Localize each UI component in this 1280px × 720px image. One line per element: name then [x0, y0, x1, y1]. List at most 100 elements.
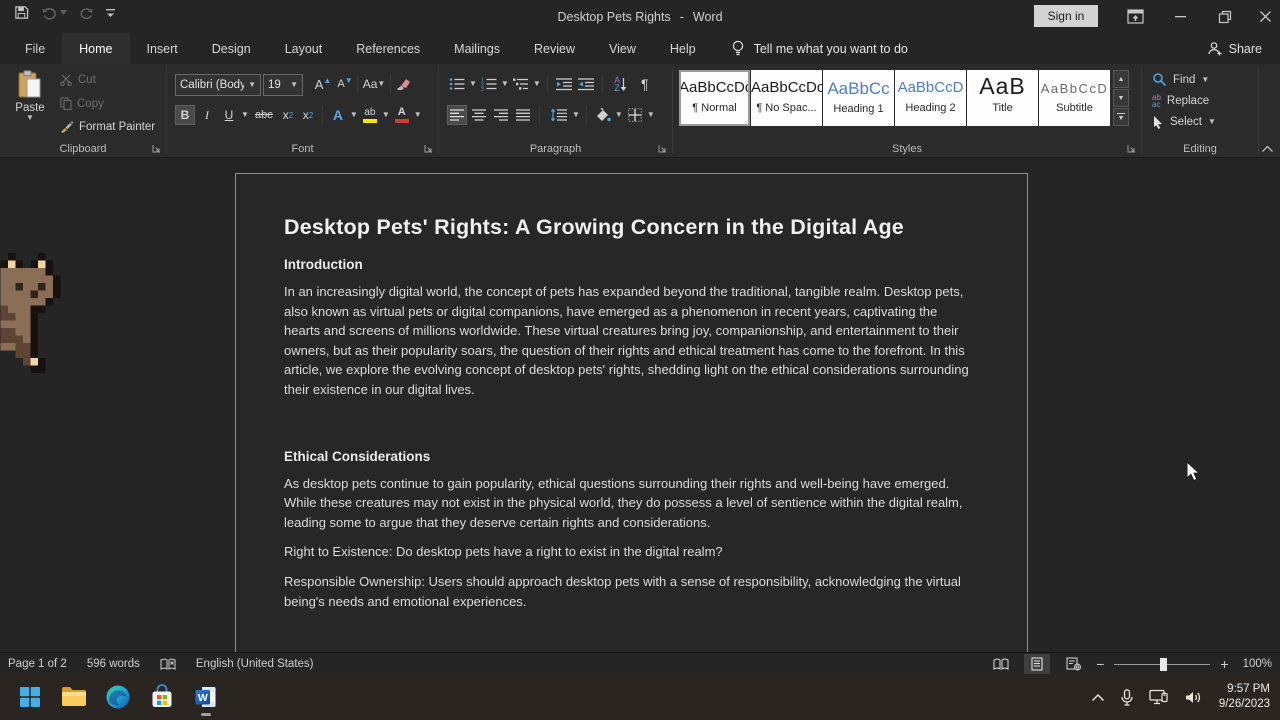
document-page[interactable]: Desktop Pets' Rights: A Growing Concern …	[235, 173, 1028, 653]
copy-button[interactable]: Copy	[60, 97, 104, 110]
edge-browser-icon[interactable]	[104, 683, 132, 711]
sign-in-button[interactable]: Sign in	[1034, 5, 1098, 27]
tab-view[interactable]: View	[592, 33, 653, 64]
numbering-dropdown-icon[interactable]: ▼	[501, 80, 509, 88]
justify-button[interactable]	[513, 105, 533, 125]
underline-button[interactable]: U	[219, 105, 239, 125]
file-explorer-icon[interactable]	[60, 683, 88, 711]
style-heading-1[interactable]: AaBbCc Heading 1	[823, 70, 894, 126]
style-heading-2[interactable]: AaBbCcD Heading 2	[895, 70, 966, 126]
volume-icon[interactable]	[1185, 690, 1202, 705]
shading-dropdown-icon[interactable]: ▼	[615, 111, 623, 119]
style-normal[interactable]: AaBbCcDc ¶ Normal	[679, 70, 750, 126]
font-color-dropdown-icon[interactable]: ▼	[414, 111, 422, 119]
underline-dropdown-icon[interactable]: ▼	[241, 111, 249, 119]
styles-more-icon[interactable]: ▼	[1113, 108, 1129, 126]
word-count[interactable]: 596 words	[87, 658, 140, 670]
italic-button[interactable]: I	[197, 105, 217, 125]
bullets-dropdown-icon[interactable]: ▼	[469, 80, 477, 88]
text-effects-dropdown-icon[interactable]: ▼	[350, 111, 358, 119]
tab-review[interactable]: Review	[517, 33, 592, 64]
replace-button[interactable]: abac Replace	[1152, 94, 1216, 108]
align-left-button[interactable]	[447, 105, 467, 125]
page-indicator[interactable]: Page 1 of 2	[8, 658, 67, 670]
zoom-in-icon[interactable]: +	[1220, 656, 1228, 672]
style-title[interactable]: AaB Title	[967, 70, 1038, 126]
sort-icon[interactable]: AZ	[609, 74, 633, 94]
shading-icon[interactable]	[593, 105, 613, 125]
line-spacing-dropdown-icon[interactable]: ▼	[572, 111, 580, 119]
start-button[interactable]	[16, 683, 44, 711]
align-center-button[interactable]	[469, 105, 489, 125]
highlight-dropdown-icon[interactable]: ▼	[382, 111, 390, 119]
tab-insert[interactable]: Insert	[130, 33, 195, 64]
zoom-slider[interactable]	[1114, 654, 1210, 674]
decrease-indent-icon[interactable]	[554, 74, 574, 94]
shrink-font-button[interactable]: A▼	[335, 74, 355, 94]
font-size-combobox[interactable]: 19 ▼	[263, 74, 303, 96]
strikethrough-button[interactable]: abc	[251, 105, 277, 125]
align-right-button[interactable]	[491, 105, 511, 125]
font-color-button[interactable]: A	[392, 105, 412, 125]
microphone-icon[interactable]	[1121, 689, 1133, 706]
paragraph-dialog-launcher-icon[interactable]	[658, 144, 667, 153]
clear-formatting-button[interactable]	[393, 74, 413, 94]
tab-home[interactable]: Home	[62, 33, 129, 64]
line-spacing-icon[interactable]	[546, 105, 570, 125]
tray-chevron-icon[interactable]	[1091, 693, 1105, 702]
network-icon[interactable]	[1149, 689, 1169, 706]
web-layout-icon[interactable]	[1060, 654, 1086, 674]
close-button[interactable]	[1250, 0, 1280, 33]
styles-scroll-down-icon[interactable]: ▼	[1113, 89, 1129, 107]
change-case-button[interactable]: Aa▼	[360, 74, 388, 94]
zoom-slider-handle[interactable]	[1160, 658, 1167, 671]
format-painter-button[interactable]: Format Painter	[60, 120, 155, 133]
tab-design[interactable]: Design	[195, 33, 268, 64]
numbering-icon[interactable]: 123	[479, 74, 499, 94]
tray-clock[interactable]: 9:57 PM 9/26/2023	[1219, 674, 1270, 720]
share-button[interactable]: Share	[1207, 33, 1262, 64]
bold-button[interactable]: B	[175, 105, 195, 125]
font-name-combobox[interactable]: Calibri (Body ▼	[175, 74, 261, 96]
borders-dropdown-icon[interactable]: ▼	[647, 111, 655, 119]
tab-file[interactable]: File	[8, 33, 62, 64]
read-mode-icon[interactable]	[988, 654, 1014, 674]
zoom-out-icon[interactable]: −	[1096, 656, 1104, 672]
print-layout-icon[interactable]	[1024, 654, 1050, 674]
paste-button[interactable]: Paste ▼	[10, 70, 50, 122]
text-highlight-button[interactable]: ab	[360, 105, 380, 125]
minimize-button[interactable]	[1165, 0, 1195, 33]
ribbon-display-options-button[interactable]	[1120, 0, 1150, 33]
subscript-button[interactable]: x2	[279, 105, 297, 125]
grow-font-button[interactable]: A▲	[313, 74, 333, 94]
styles-dialog-launcher-icon[interactable]	[1127, 144, 1136, 153]
superscript-button[interactable]: x2	[299, 105, 317, 125]
proofing-icon[interactable]	[160, 658, 176, 671]
collapse-ribbon-icon[interactable]	[1261, 145, 1274, 153]
restore-button[interactable]	[1210, 0, 1240, 33]
select-button[interactable]: Select ▼	[1152, 115, 1216, 129]
style-subtitle[interactable]: AaBbCcD Subtitle	[1039, 70, 1110, 126]
tab-mailings[interactable]: Mailings	[437, 33, 517, 64]
tab-layout[interactable]: Layout	[268, 33, 340, 64]
cut-button[interactable]: Cut	[60, 74, 96, 86]
microsoft-store-icon[interactable]	[148, 683, 176, 711]
tab-references[interactable]: References	[339, 33, 437, 64]
increase-indent-icon[interactable]	[576, 74, 596, 94]
multilevel-dropdown-icon[interactable]: ▼	[533, 80, 541, 88]
styles-scroll-up-icon[interactable]: ▲	[1113, 70, 1129, 88]
show-paragraph-marks-button[interactable]: ¶	[635, 74, 655, 94]
tell-me-box[interactable]: Tell me what you want to do	[731, 33, 908, 64]
font-dialog-launcher-icon[interactable]	[424, 144, 433, 153]
bullets-icon[interactable]	[447, 74, 467, 94]
clipboard-dialog-launcher-icon[interactable]	[152, 144, 161, 153]
find-button[interactable]: Find ▼	[1152, 72, 1216, 87]
zoom-level[interactable]: 100%	[1243, 658, 1272, 670]
word-taskbar-icon[interactable]: W	[192, 683, 220, 711]
multilevel-list-icon[interactable]	[511, 74, 531, 94]
language-indicator[interactable]: English (United States)	[196, 658, 314, 670]
style-no-spacing[interactable]: AaBbCcDc ¶ No Spac...	[751, 70, 822, 126]
borders-icon[interactable]	[625, 105, 645, 125]
tab-help[interactable]: Help	[653, 33, 713, 64]
desktop-pet-cat[interactable]	[0, 253, 68, 373]
